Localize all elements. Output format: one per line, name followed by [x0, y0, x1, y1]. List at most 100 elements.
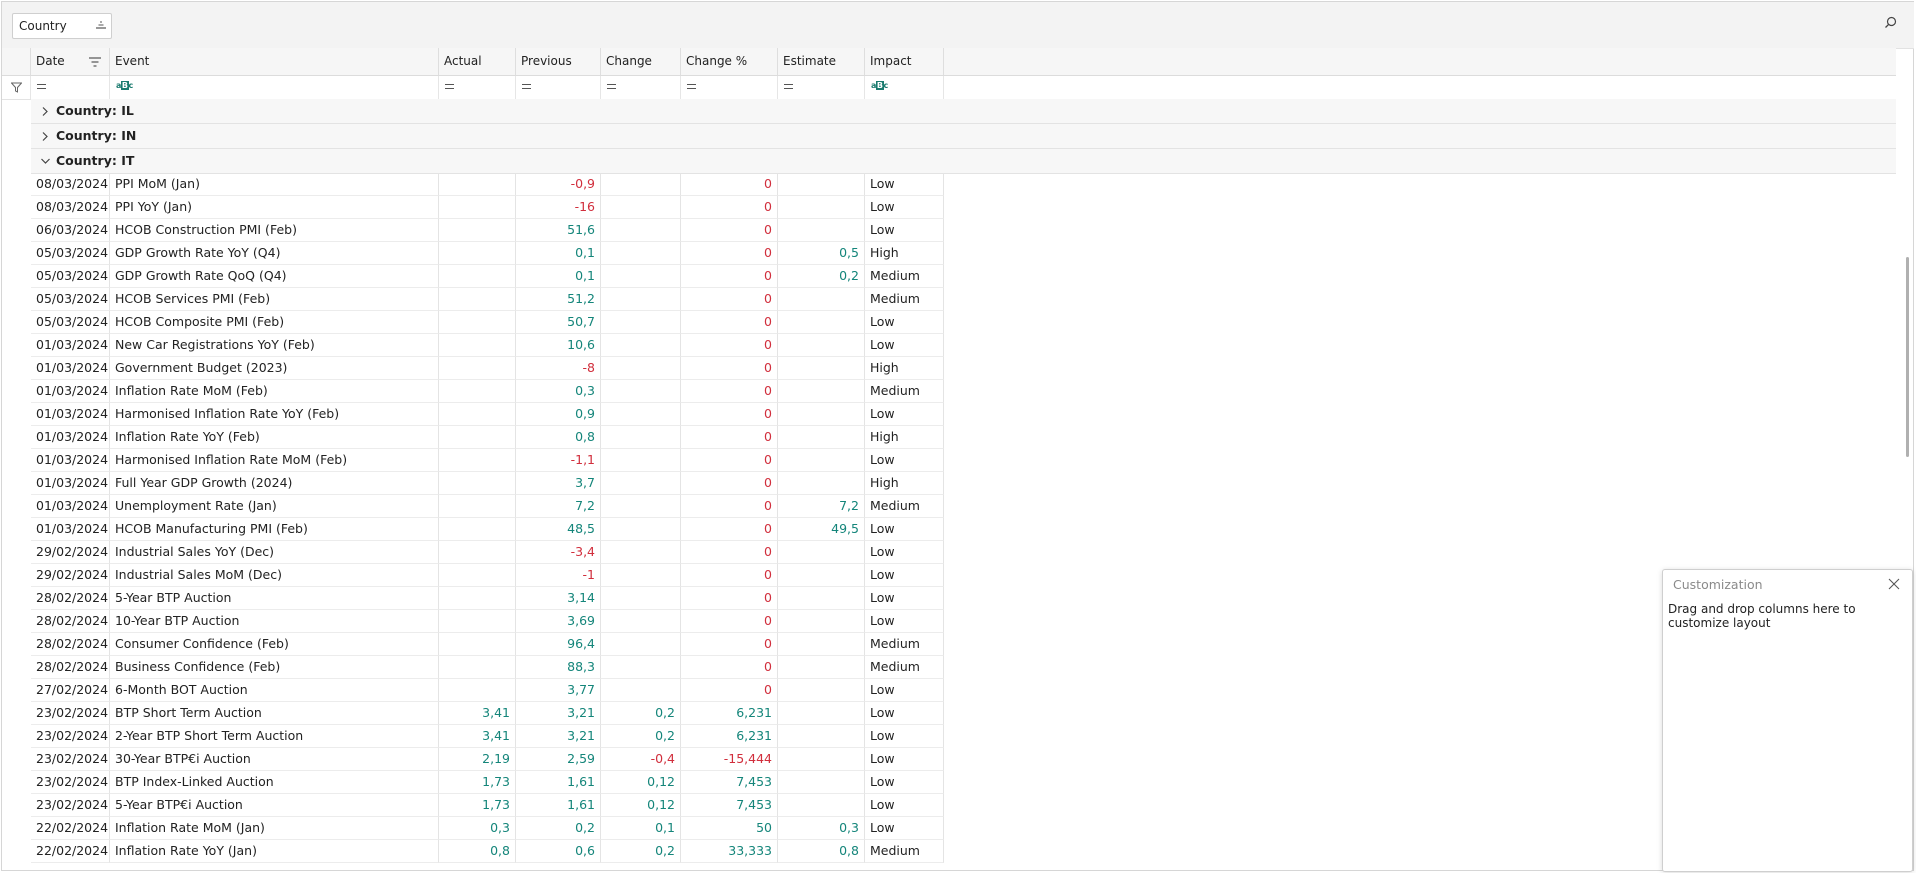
- cell-actual[interactable]: [439, 587, 516, 610]
- cell-previous[interactable]: 2,59: [516, 748, 601, 771]
- cell-change[interactable]: [601, 518, 681, 541]
- table-row[interactable]: 01/03/2024 Harmonised Inflation Rate YoY …: [31, 403, 944, 426]
- cell-previous[interactable]: 0,1: [516, 242, 601, 265]
- cell-estimate[interactable]: 0,5: [778, 242, 865, 265]
- contains-operator-icon[interactable]: aBc: [116, 81, 133, 90]
- cell-date[interactable]: 01/03/2024: [31, 518, 110, 541]
- cell-change-pct[interactable]: 0: [681, 610, 778, 633]
- column-header-impact[interactable]: Impact: [865, 48, 944, 75]
- cell-date[interactable]: 28/02/2024: [31, 656, 110, 679]
- filter-cell-impact[interactable]: aBc: [865, 76, 944, 99]
- cell-change-pct[interactable]: 0: [681, 449, 778, 472]
- customization-panel[interactable]: Customization Drag and drop columns here…: [1662, 569, 1913, 872]
- cell-change-pct[interactable]: 33,333: [681, 840, 778, 863]
- cell-event[interactable]: 5-Year BTP Auction: [110, 587, 439, 610]
- cell-change[interactable]: 0,1: [601, 817, 681, 840]
- cell-actual[interactable]: [439, 311, 516, 334]
- cell-event[interactable]: PPI YoY (Jan): [110, 196, 439, 219]
- cell-previous[interactable]: 96,4: [516, 633, 601, 656]
- table-row[interactable]: 23/02/2024 30-Year BTP€i Auction 2,19 2,59-…: [31, 748, 944, 771]
- filter-cell-estimate[interactable]: [778, 76, 865, 99]
- column-header-change-pct[interactable]: Change %: [681, 48, 778, 75]
- cell-impact[interactable]: Low: [865, 173, 944, 196]
- cell-change[interactable]: 0,2: [601, 702, 681, 725]
- cell-actual[interactable]: [439, 472, 516, 495]
- cell-actual[interactable]: [439, 679, 516, 702]
- cell-impact[interactable]: Low: [865, 219, 944, 242]
- cell-change[interactable]: [601, 449, 681, 472]
- cell-change-pct[interactable]: 0: [681, 265, 778, 288]
- equals-operator-icon[interactable]: [687, 84, 696, 89]
- cell-actual[interactable]: [439, 426, 516, 449]
- cell-date[interactable]: 28/02/2024: [31, 587, 110, 610]
- cell-impact[interactable]: Low: [865, 196, 944, 219]
- cell-date[interactable]: 23/02/2024: [31, 771, 110, 794]
- table-row[interactable]: 05/03/2024 HCOB Services PMI (Feb) 51,2 0 Me…: [31, 288, 944, 311]
- table-row[interactable]: 22/02/2024 Inflation Rate MoM (Jan) 0,3 0,2…: [31, 817, 944, 840]
- cell-event[interactable]: Government Budget (2023): [110, 357, 439, 380]
- column-header-estimate[interactable]: Estimate: [778, 48, 865, 75]
- cell-actual[interactable]: [439, 656, 516, 679]
- table-row[interactable]: 01/03/2024 HCOB Manufacturing PMI (Feb) 48…: [31, 518, 944, 541]
- cell-change-pct[interactable]: 0: [681, 403, 778, 426]
- cell-event[interactable]: 5-Year BTP€i Auction: [110, 794, 439, 817]
- cell-estimate[interactable]: [778, 702, 865, 725]
- cell-event[interactable]: BTP Index-Linked Auction: [110, 771, 439, 794]
- cell-previous[interactable]: 1,61: [516, 771, 601, 794]
- table-row[interactable]: 23/02/2024 5-Year BTP€i Auction 1,73 1,61 0,…: [31, 794, 944, 817]
- cell-previous[interactable]: 48,5: [516, 518, 601, 541]
- cell-change[interactable]: [601, 173, 681, 196]
- column-header-change[interactable]: Change: [601, 48, 681, 75]
- cell-actual[interactable]: [439, 380, 516, 403]
- contains-operator-icon[interactable]: aBc: [871, 81, 888, 90]
- cell-change-pct[interactable]: 0: [681, 219, 778, 242]
- cell-change-pct[interactable]: 0: [681, 679, 778, 702]
- cell-event[interactable]: Unemployment Rate (Jan): [110, 495, 439, 518]
- cell-date[interactable]: 23/02/2024: [31, 725, 110, 748]
- cell-estimate[interactable]: [778, 587, 865, 610]
- cell-estimate[interactable]: [778, 656, 865, 679]
- table-row[interactable]: 01/03/2024 Harmonised Inflation Rate MoM …: [31, 449, 944, 472]
- table-row[interactable]: 01/03/2024 New Car Registrations YoY (Feb…: [31, 334, 944, 357]
- cell-estimate[interactable]: [778, 380, 865, 403]
- cell-date[interactable]: 08/03/2024: [31, 196, 110, 219]
- cell-estimate[interactable]: 49,5: [778, 518, 865, 541]
- cell-change-pct[interactable]: 7,453: [681, 794, 778, 817]
- cell-estimate[interactable]: [778, 771, 865, 794]
- filter-cell-previous[interactable]: [516, 76, 601, 99]
- cell-actual[interactable]: [439, 403, 516, 426]
- cell-previous[interactable]: -1,1: [516, 449, 601, 472]
- cell-impact[interactable]: High: [865, 472, 944, 495]
- cell-event[interactable]: Inflation Rate MoM (Jan): [110, 817, 439, 840]
- cell-previous[interactable]: 7,2: [516, 495, 601, 518]
- cell-impact[interactable]: Medium: [865, 288, 944, 311]
- cell-event[interactable]: BTP Short Term Auction: [110, 702, 439, 725]
- cell-impact[interactable]: Low: [865, 518, 944, 541]
- cell-date[interactable]: 23/02/2024: [31, 794, 110, 817]
- table-row[interactable]: 23/02/2024 2-Year BTP Short Term Auction 3…: [31, 725, 944, 748]
- cell-actual[interactable]: 0,8: [439, 840, 516, 863]
- cell-change[interactable]: [601, 679, 681, 702]
- table-row[interactable]: 05/03/2024 GDP Growth Rate QoQ (Q4) 0,1 0 0,…: [31, 265, 944, 288]
- cell-event[interactable]: GDP Growth Rate QoQ (Q4): [110, 265, 439, 288]
- cell-estimate[interactable]: [778, 426, 865, 449]
- cell-estimate[interactable]: [778, 334, 865, 357]
- cell-previous[interactable]: 0,3: [516, 380, 601, 403]
- equals-operator-icon[interactable]: [607, 84, 616, 89]
- cell-previous[interactable]: 0,8: [516, 426, 601, 449]
- cell-estimate[interactable]: 0,3: [778, 817, 865, 840]
- cell-estimate[interactable]: [778, 541, 865, 564]
- cell-change-pct[interactable]: 0: [681, 380, 778, 403]
- cell-estimate[interactable]: 0,8: [778, 840, 865, 863]
- cell-impact[interactable]: Low: [865, 334, 944, 357]
- cell-event[interactable]: PPI MoM (Jan): [110, 173, 439, 196]
- chevron-down-icon[interactable]: [41, 157, 50, 165]
- cell-change[interactable]: [601, 472, 681, 495]
- cell-event[interactable]: Inflation Rate MoM (Feb): [110, 380, 439, 403]
- cell-actual[interactable]: [439, 357, 516, 380]
- chevron-right-icon[interactable]: [41, 107, 49, 116]
- cell-change-pct[interactable]: 0: [681, 288, 778, 311]
- cell-impact[interactable]: High: [865, 426, 944, 449]
- cell-date[interactable]: 01/03/2024: [31, 449, 110, 472]
- cell-impact[interactable]: Medium: [865, 656, 944, 679]
